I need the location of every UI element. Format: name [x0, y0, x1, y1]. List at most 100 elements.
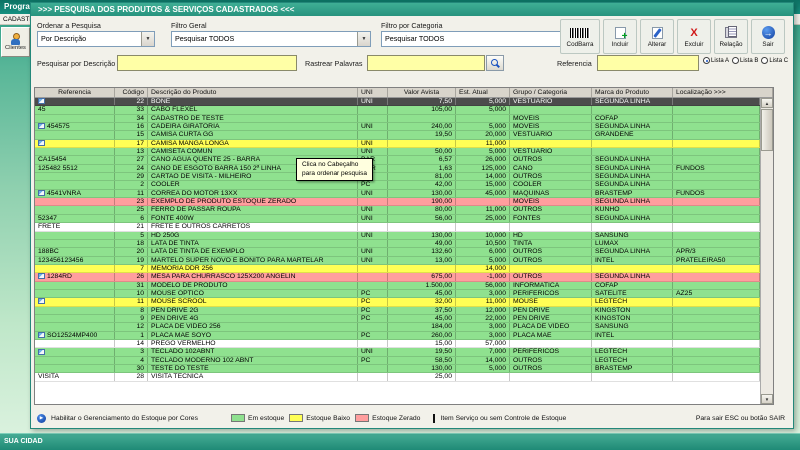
- table-row[interactable]: 12PLACA DE VIDEO 256184,003,000PLACA DE …: [35, 323, 760, 331]
- table-row[interactable]: 5HD 250GUNI130,0010,000HDSANSUNG: [35, 232, 760, 240]
- radio-lista-a[interactable]: Lista A: [703, 57, 729, 64]
- vertical-scrollbar[interactable]: ▲ ▼: [760, 98, 773, 404]
- filtro-geral-value: Pesquisar TODOS: [175, 32, 355, 46]
- radio-lista-c[interactable]: Lista C: [761, 57, 788, 64]
- table-row[interactable]: 22BONEUNI7,505,000VESTUARIOSEGUNDA LINHA: [35, 98, 760, 106]
- scroll-down-icon[interactable]: ▼: [761, 394, 773, 404]
- alterar-button[interactable]: Alterar: [640, 19, 674, 54]
- table-row[interactable]: 125482 551224CANO DE ESGOTO BARRA 150 2ª…: [35, 165, 760, 173]
- table-row[interactable]: 7MEMORIA DDR 25614,000: [35, 265, 760, 273]
- clientes-button[interactable]: Clientes: [1, 27, 30, 57]
- codbarra-button[interactable]: CodBarra: [560, 19, 600, 54]
- search-button[interactable]: [486, 55, 504, 71]
- table-row[interactable]: 523476FONTE 400WUNI56,0025,000FONTESSEGU…: [35, 215, 760, 223]
- column-header[interactable]: Marca do Produto: [592, 88, 673, 97]
- descricao-input[interactable]: [117, 55, 297, 71]
- filtro-categoria-select[interactable]: Pesquisar TODOS ▼: [381, 31, 581, 47]
- clients-icon: [10, 33, 22, 45]
- cell-un: PC: [358, 357, 388, 364]
- cell-loc: [673, 307, 760, 314]
- button-label: Excluir: [685, 41, 704, 48]
- cell-gru: MOVEIS: [510, 115, 592, 122]
- cell-loc: FUNDOS: [673, 165, 760, 172]
- incluir-button[interactable]: Incluir: [603, 19, 637, 54]
- cell-val: [388, 223, 456, 230]
- table-row[interactable]: 4541VNRA11CORREA DO MOTOR 13XXUNI130,004…: [35, 190, 760, 198]
- referencia-input[interactable]: [597, 55, 699, 71]
- cell-cod: 31: [115, 282, 148, 289]
- cell-un: UNI: [358, 257, 388, 264]
- table-row[interactable]: 14PREGO VERMELHO15,0057,000: [35, 340, 760, 348]
- cell-cod: 6: [115, 215, 148, 222]
- cell-gru: PLACA MÃE: [510, 332, 592, 339]
- table-row[interactable]: 4TECLADO MODERNO 102 ABNTPC58,5014,000OU…: [35, 357, 760, 365]
- cell-mar: SEGUNDA LINHA: [592, 123, 673, 130]
- table-row[interactable]: 3TECLADO 102ABNTUNI19,507,000PERIFERICOS…: [35, 348, 760, 356]
- cell-gru: PEN DRIVE: [510, 315, 592, 322]
- cell-loc: [673, 357, 760, 364]
- table-row[interactable]: 31MODELO DE PRODUTO1.500,0056,000INFORMA…: [35, 282, 760, 290]
- sair-button[interactable]: Sair: [751, 19, 785, 54]
- cell-loc: PRATELEIRA50: [673, 257, 760, 264]
- table-row[interactable]: 30TESTE DO TESTE130,005,000OUTROSBRASTEM…: [35, 365, 760, 373]
- cell-desc: PLACA MÃE SOYO: [148, 332, 358, 339]
- cell-gru: COOLER: [510, 181, 592, 188]
- cell-est: 20,000: [456, 131, 510, 138]
- table-row[interactable]: CA1545427CANO AGUA QUENTE 25 - BARRABAR6…: [35, 156, 760, 164]
- column-header[interactable]: Localização >>>: [673, 88, 773, 97]
- table-row[interactable]: 4533CABO FLEXEL105,005,000: [35, 106, 760, 114]
- cell-est: 5,000: [456, 106, 510, 113]
- table-row[interactable]: 13CAMISETA COMUNUNI50,005,000VESTUARIO: [35, 148, 760, 156]
- excluir-button[interactable]: Excluir: [677, 19, 711, 54]
- table-row[interactable]: 8PEN DRIVE 2GPC37,5012,000PEN DRIVEKINGS…: [35, 307, 760, 315]
- table-row[interactable]: SO12524MP4001PLACA MÃE SOYOPC260,003,000…: [35, 332, 760, 340]
- table-row[interactable]: 29CARTAO DE VISITA - MILHEIROML81,0014,0…: [35, 173, 760, 181]
- rastrear-input[interactable]: [367, 55, 485, 71]
- radio-lista-b[interactable]: Lista B: [732, 57, 758, 64]
- column-header[interactable]: Descrição do Produto: [148, 88, 358, 97]
- cell-ref: [35, 115, 115, 122]
- table-row[interactable]: 23EXEMPLO DE PRODUTO ESTOQUE ZERADO190,0…: [35, 198, 760, 206]
- chevron-down-icon[interactable]: ▼: [357, 32, 370, 46]
- cell-loc: [673, 332, 760, 339]
- cell-gru: VESTUARIO: [510, 148, 592, 155]
- cell-gru: FONTES: [510, 215, 592, 222]
- table-row[interactable]: 18LATA DE TINTA49,0010,500TINTALUMAX: [35, 240, 760, 248]
- cell-cod: 25: [115, 206, 148, 213]
- table-row[interactable]: VISITA28VISITA TECNICA25,00: [35, 373, 760, 381]
- column-header[interactable]: Est. Atual: [456, 88, 510, 97]
- column-header[interactable]: Grupo / Categoria: [510, 88, 592, 97]
- scrollbar-thumb[interactable]: [761, 109, 773, 151]
- table-row[interactable]: 12345612345619MARTELO SUPER NOVO E BONIT…: [35, 257, 760, 265]
- table-row[interactable]: 9PEN DRIVE 4GPC45,0022,000PEN DRIVEKINGS…: [35, 315, 760, 323]
- column-header[interactable]: UNI: [358, 88, 388, 97]
- table-row[interactable]: 34CADASTRO DE TESTEMOVEISCOFAP: [35, 115, 760, 123]
- table-row[interactable]: 10MOUSE OPTICOPC45,003,000PERIFERICOSSAT…: [35, 290, 760, 298]
- stock-color-toggle-icon[interactable]: ▶: [37, 414, 46, 423]
- table-row[interactable]: 15CAMISA CURTA GG19,5020,000VESTUARIOGRA…: [35, 131, 760, 139]
- cell-val: 50,00: [388, 148, 456, 155]
- cell-un: [358, 131, 388, 138]
- cell-est: 10,000: [456, 232, 510, 239]
- filtro-geral-select[interactable]: Pesquisar TODOS ▼: [171, 31, 371, 47]
- cell-gru: OUTROS: [510, 248, 592, 255]
- table-row[interactable]: 45457516CADEIRA GIRATORIAUNI240,005,000M…: [35, 123, 760, 131]
- table-row[interactable]: 2COOLERPC42,0015,000COOLERSEGUNDA LINHA: [35, 181, 760, 189]
- table-row[interactable]: 11MOUSE SCROOLPC32,0011,000MOUSELEGTECH: [35, 298, 760, 306]
- cell-mar: [592, 106, 673, 113]
- table-row[interactable]: 25FERRO DE PASSAR ROUPAUNI80,0011,000OUT…: [35, 206, 760, 214]
- column-header[interactable]: Valor Avista: [388, 88, 456, 97]
- cell-cod: 33: [115, 106, 148, 113]
- cell-gru: OUTROS: [510, 273, 592, 280]
- column-header[interactable]: Código: [115, 88, 148, 97]
- column-header[interactable]: Referencia: [35, 88, 115, 97]
- dialog-titlebar: >>> PESQUISA DOS PRODUTOS & SERVIÇOS CAD…: [31, 3, 793, 16]
- relao-button[interactable]: Relação: [714, 19, 748, 54]
- scroll-up-icon[interactable]: ▲: [761, 98, 773, 108]
- table-row[interactable]: FRETE21FRETE E OUTROS CARRETOS: [35, 223, 760, 231]
- table-row[interactable]: 1284RD26MESA PARA CHURRASCO 125X200 ANGE…: [35, 273, 760, 281]
- table-row[interactable]: 17CAMISA MANGA LONGAUNI11,000: [35, 140, 760, 148]
- ordenar-select[interactable]: Por Descrição ▼: [37, 31, 155, 47]
- chevron-down-icon[interactable]: ▼: [141, 32, 154, 46]
- table-row[interactable]: 188BC20LATA DE TINTA DE EXEMPLOUNI132,60…: [35, 248, 760, 256]
